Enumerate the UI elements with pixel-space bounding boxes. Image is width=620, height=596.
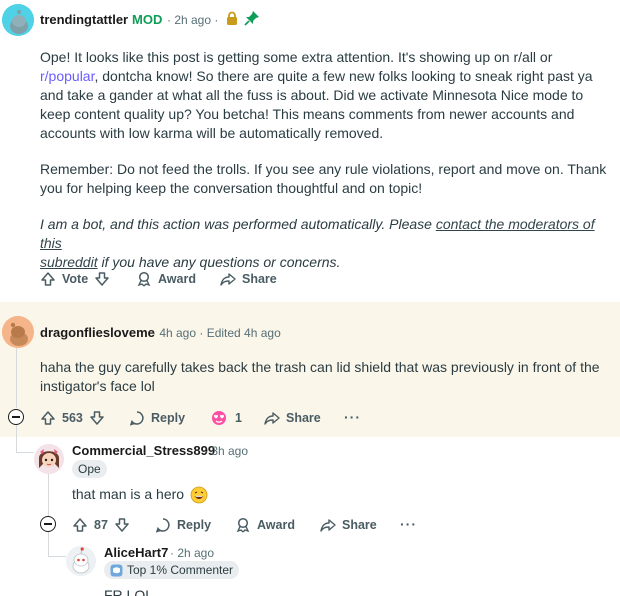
laughing-emoji-icon [190,486,208,503]
award-label: Award [158,272,196,286]
thread-line [48,532,49,556]
vote-button[interactable]: Vote [40,271,110,287]
snoo-avatar-icon [2,4,34,36]
share-button[interactable]: Share [320,517,377,533]
vote-label: Vote [62,272,89,286]
reply-button[interactable]: Reply [155,517,211,533]
vote-controls: 87 [72,517,130,533]
share-icon [220,273,236,286]
comment-text: keep content quality up? You betcha! Thi… [40,106,575,122]
avatar[interactable] [66,546,96,576]
contact-moderators-link[interactable]: subreddit [40,254,98,270]
vote-controls: 563 [40,410,105,426]
avatar[interactable] [34,444,64,474]
comment-body: that man is a hero [72,485,208,504]
award-icon [137,271,151,287]
downvote-icon[interactable] [114,517,130,533]
award-count: 1 [235,411,242,425]
heart-eyes-award-icon [212,411,226,425]
thread-line [16,346,17,408]
share-button[interactable]: Share [220,271,277,287]
comment-text: , dontcha know! So there are quite a few… [94,68,593,84]
vote-count: 87 [94,518,108,532]
collapse-thread-button[interactable] [8,409,24,425]
reply-icon [129,411,144,426]
thread-line [16,425,17,453]
reply-icon [155,518,170,533]
mod-badge: MOD [132,12,163,27]
award-button[interactable]: Award [235,517,295,533]
comment-text: that man is a hero [72,486,185,502]
share-icon [320,519,336,532]
comment-text: Ope! It looks like this post is getting … [40,49,553,65]
comment-author[interactable]: AliceHart7 [104,545,168,560]
flair-text: Top 1% Commenter [127,563,234,577]
award-icon [236,517,250,533]
award-button[interactable]: Award [136,271,196,287]
upvote-icon[interactable] [72,517,88,533]
user-flair: Ope [72,460,107,478]
collapse-thread-button[interactable] [40,516,56,532]
snoo-avatar-icon [2,316,34,348]
share-label: Share [342,518,377,532]
upvote-icon[interactable] [40,410,56,426]
comment-author[interactable]: trendingtattler [40,12,128,27]
share-label: Share [242,272,277,286]
comment-text: I am a bot, and this action was performe… [40,216,432,232]
comment-text: Remember: Do not feed the trolls. If you… [40,161,607,177]
downvote-icon[interactable] [94,271,110,287]
comment-timestamp: · 2h ago · [167,13,219,27]
user-flair: Top 1% Commenter [104,561,240,579]
comment-timestamp: · 4h ago · Edited 4h ago [152,326,281,340]
share-icon [264,412,280,425]
upvote-icon[interactable] [40,271,56,287]
comment-body: FR LOL [104,587,154,596]
avatar[interactable] [2,4,34,36]
comment-author[interactable]: Commercial_Stress899 [72,443,215,458]
comment-timestamp: · 2h ago [170,546,215,560]
comment-text: haha the guy carefully takes back the tr… [40,359,600,375]
avatar[interactable] [2,316,34,348]
more-options-button[interactable]: ··· [400,516,417,532]
comment-timestamp: · 3h ago [204,444,249,458]
snoo-avatar-icon [66,546,96,576]
award-label: Award [257,518,295,532]
comment-text: and take a gander at what all the fuss i… [40,87,584,103]
thread-line [48,474,49,516]
thread-line [48,556,66,557]
comment-body: Ope! It looks like this post is getting … [40,48,615,272]
award-button[interactable]: 1 [209,410,242,426]
comment-text: you for helping keep the conversation th… [40,180,423,196]
reply-label: Reply [177,518,212,532]
share-label: Share [286,411,321,425]
flair-text: Ope [78,462,101,476]
reply-button[interactable]: Reply [129,410,185,426]
vote-count: 563 [62,411,83,425]
top-commenter-icon [110,564,123,576]
comment-author[interactable]: dragonfliesloveme [40,325,155,340]
reply-label: Reply [151,411,186,425]
comment-text: if you have any questions or concerns. [101,254,341,270]
more-options-button[interactable]: ··· [344,409,361,425]
pin-icon [244,11,259,26]
lock-icon [227,11,237,25]
subreddit-link[interactable]: r/popular [40,68,94,84]
downvote-icon[interactable] [89,410,105,426]
thread-line [16,452,34,453]
comment-text: instigator's face lol [40,378,155,394]
comment-body: haha the guy carefully takes back the tr… [40,358,615,396]
comment-text: accounts with low karma will be automati… [40,125,384,141]
share-button[interactable]: Share [264,410,321,426]
anime-avatar-icon [34,444,64,474]
